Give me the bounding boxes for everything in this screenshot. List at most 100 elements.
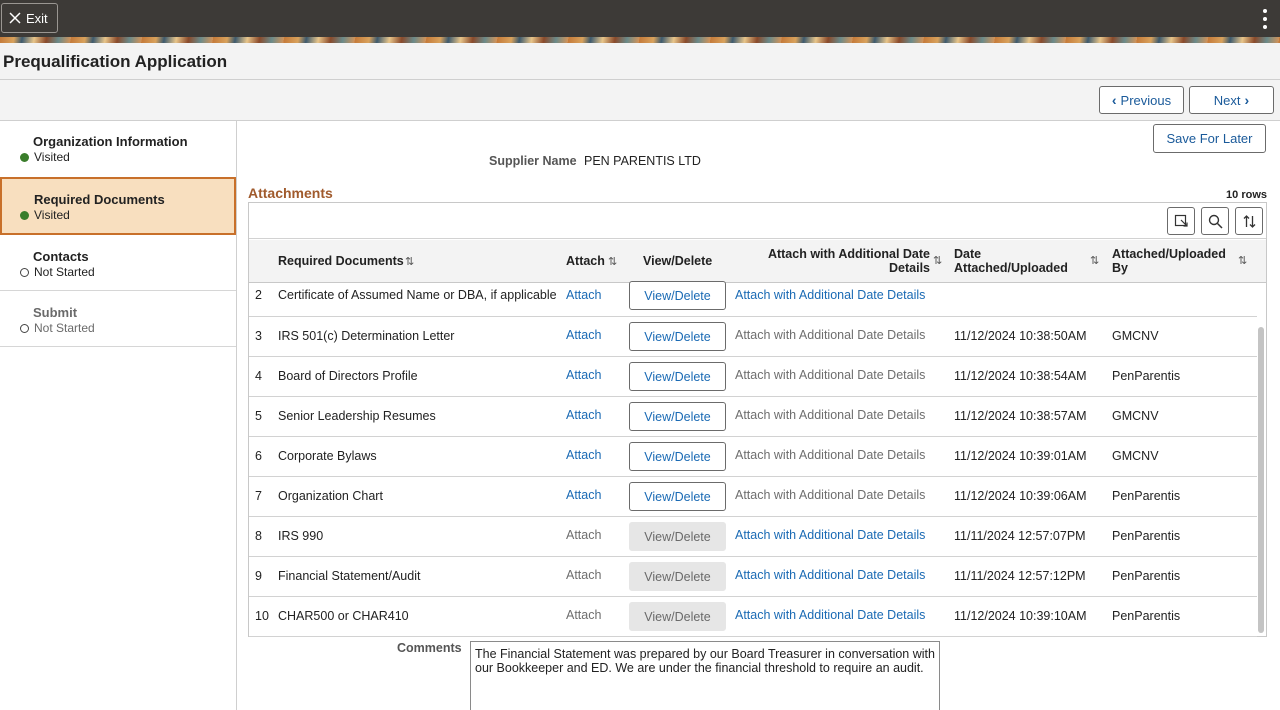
previous-button[interactable]: ‹ Previous bbox=[1099, 86, 1184, 114]
attachments-grid: Required Documents ⇅ Attach ⇅ View/Delet… bbox=[248, 202, 1267, 637]
date-attached: 11/12/2024 10:38:57AM bbox=[954, 409, 1087, 423]
step-status: Visited bbox=[34, 208, 70, 222]
next-label: Next bbox=[1213, 92, 1241, 108]
attached-by: GMCNV bbox=[1112, 449, 1159, 463]
row-count: 10 rows bbox=[1226, 189, 1267, 201]
table-row: 7 Organization Chart Attach View/Delete … bbox=[249, 477, 1257, 517]
document-name: Organization Chart bbox=[278, 489, 383, 503]
find-button[interactable] bbox=[1201, 207, 1229, 235]
attach-link[interactable]: Attach bbox=[566, 288, 601, 302]
step-organization-information[interactable]: Organization Information Visited bbox=[0, 121, 236, 178]
document-name: CHAR500 or CHAR410 bbox=[278, 609, 409, 623]
attach-additional-link[interactable]: Attach with Additional Date Details bbox=[735, 288, 925, 302]
sort-icon[interactable]: ⇅ bbox=[1090, 254, 1099, 267]
step-status: Not Started bbox=[34, 321, 95, 335]
document-name: Certificate of Assumed Name or DBA, if a… bbox=[278, 288, 557, 302]
attach-link: Attach bbox=[566, 568, 602, 582]
date-attached: 11/12/2024 10:39:06AM bbox=[954, 489, 1087, 503]
more-options-icon[interactable] bbox=[1262, 9, 1268, 29]
attach-additional-link: Attach with Additional Date Details bbox=[735, 368, 926, 382]
attach-link[interactable]: Attach bbox=[566, 328, 601, 342]
column-header-attach-additional[interactable]: Attach with Additional Date Details bbox=[754, 247, 930, 275]
step-status: Not Started bbox=[34, 265, 95, 279]
row-number: 2 bbox=[255, 288, 262, 302]
exit-label: Exit bbox=[26, 10, 48, 26]
supplier-name-label: Supplier Name bbox=[489, 154, 577, 168]
attach-link[interactable]: Attach bbox=[566, 488, 601, 502]
exit-button[interactable]: Exit bbox=[1, 3, 58, 33]
sort-button[interactable] bbox=[1235, 207, 1263, 235]
previous-label: Previous bbox=[1120, 92, 1172, 108]
attach-link[interactable]: Attach bbox=[566, 448, 601, 462]
column-header-required-documents[interactable]: Required Documents bbox=[278, 254, 404, 268]
comments-label: Comments bbox=[397, 641, 462, 655]
attach-additional-link[interactable]: Attach with Additional Date Details bbox=[735, 608, 925, 622]
attach-link: Attach bbox=[566, 528, 602, 542]
attachments-title: Attachments bbox=[248, 185, 333, 201]
view-delete-button[interactable]: View/Delete bbox=[629, 482, 726, 511]
supplier-name-value: PEN PARENTIS LTD bbox=[584, 154, 701, 168]
column-header-date-attached[interactable]: Date Attached/Uploaded bbox=[954, 247, 1079, 275]
download-to-excel-button[interactable] bbox=[1167, 207, 1195, 235]
row-number: 4 bbox=[255, 369, 262, 383]
row-number: 5 bbox=[255, 409, 262, 423]
chevron-left-icon: ‹ bbox=[1111, 92, 1117, 108]
date-attached: 11/11/2024 12:57:07PM bbox=[954, 529, 1086, 543]
view-delete-button[interactable]: View/Delete bbox=[629, 362, 726, 391]
column-header-view-delete: View/Delete bbox=[643, 254, 713, 268]
date-attached: 11/12/2024 10:38:54AM bbox=[954, 369, 1087, 383]
view-delete-button[interactable]: View/Delete bbox=[629, 322, 726, 351]
sort-icon bbox=[1243, 214, 1255, 228]
date-attached: 11/12/2024 10:39:10AM bbox=[954, 609, 1087, 623]
document-name: Board of Directors Profile bbox=[278, 369, 418, 383]
row-number: 8 bbox=[255, 529, 262, 543]
table-row: 8 IRS 990 Attach View/Delete Attach with… bbox=[249, 517, 1257, 557]
view-delete-button[interactable]: View/Delete bbox=[629, 402, 726, 431]
sort-icon[interactable]: ⇅ bbox=[1238, 254, 1247, 267]
column-header-attached-by[interactable]: Attached/Uploaded By bbox=[1112, 247, 1230, 275]
save-for-later-button[interactable]: Save For Later bbox=[1153, 124, 1266, 153]
view-delete-button[interactable]: View/Delete bbox=[629, 281, 726, 310]
date-attached: 11/12/2024 10:38:50AM bbox=[954, 329, 1087, 343]
view-delete-button: View/Delete bbox=[629, 522, 726, 551]
steps-sidebar: Organization Information Visited Require… bbox=[0, 121, 237, 710]
step-contacts[interactable]: Contacts Not Started bbox=[0, 235, 236, 291]
attached-by: PenParentis bbox=[1112, 529, 1181, 543]
step-title: Organization Information bbox=[33, 134, 188, 149]
next-button[interactable]: Next › bbox=[1189, 86, 1274, 114]
sort-icon[interactable]: ⇅ bbox=[608, 255, 617, 268]
chevron-right-icon: › bbox=[1244, 92, 1250, 108]
attached-by: GMCNV bbox=[1112, 409, 1159, 423]
visited-status-icon bbox=[20, 211, 29, 220]
table-header: Required Documents ⇅ Attach ⇅ View/Delet… bbox=[249, 240, 1266, 283]
document-name: Senior Leadership Resumes bbox=[278, 409, 436, 423]
comments-field[interactable]: The Financial Statement was prepared by … bbox=[470, 641, 940, 710]
not-started-status-icon bbox=[20, 268, 29, 277]
app-header-bar: Exit bbox=[0, 0, 1280, 37]
attach-link[interactable]: Attach bbox=[566, 408, 601, 422]
step-submit: Submit Not Started bbox=[0, 291, 236, 347]
step-required-documents[interactable]: Required Documents Visited bbox=[0, 177, 236, 235]
view-delete-button: View/Delete bbox=[629, 562, 726, 591]
column-header-attach[interactable]: Attach bbox=[566, 254, 605, 268]
date-attached: 11/12/2024 10:39:01AM bbox=[954, 449, 1087, 463]
attach-link[interactable]: Attach bbox=[566, 368, 601, 382]
title-bar: Prequalification Application bbox=[0, 43, 1280, 80]
sort-icon[interactable]: ⇅ bbox=[933, 254, 942, 267]
step-title: Required Documents bbox=[34, 192, 165, 207]
document-name: Financial Statement/Audit bbox=[278, 569, 421, 583]
table-row: 5 Senior Leadership Resumes Attach View/… bbox=[249, 397, 1257, 437]
table-scrollbar[interactable] bbox=[1258, 327, 1264, 633]
attach-additional-link[interactable]: Attach with Additional Date Details bbox=[735, 528, 925, 542]
table-row: 3 IRS 501(c) Determination Letter Attach… bbox=[249, 317, 1257, 357]
sort-icon[interactable]: ⇅ bbox=[405, 255, 414, 268]
step-title: Contacts bbox=[33, 249, 89, 264]
attach-additional-link[interactable]: Attach with Additional Date Details bbox=[735, 568, 925, 582]
view-delete-button: View/Delete bbox=[629, 602, 726, 631]
view-delete-button[interactable]: View/Delete bbox=[629, 442, 726, 471]
date-attached: 11/11/2024 12:57:12PM bbox=[954, 569, 1086, 583]
table-row: 4 Board of Directors Profile Attach View… bbox=[249, 357, 1257, 397]
step-status: Visited bbox=[34, 150, 70, 164]
page-title: Prequalification Application bbox=[3, 52, 228, 71]
download-icon bbox=[1174, 214, 1188, 227]
